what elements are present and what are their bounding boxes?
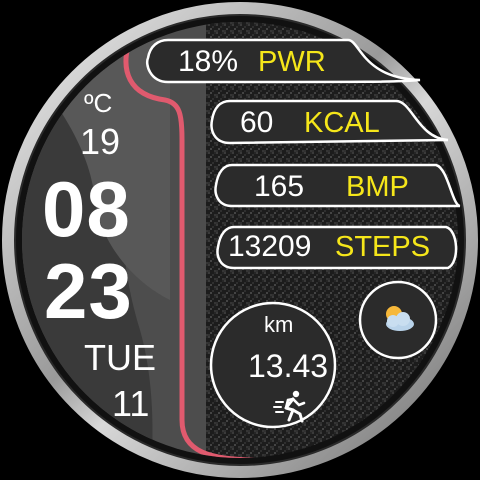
bmp-pill [214,163,461,208]
calories-label: KCAL [304,107,380,139]
steps-label: STEPS [335,231,431,263]
steps-value[interactable]: 13209 [228,232,311,262]
date-weekday: TUE [84,337,156,378]
time-minute: 23 [44,247,133,335]
power-value[interactable]: 18% [178,47,238,77]
heart-rate-label: BMP [346,171,409,203]
calories-value[interactable]: 60 [240,108,273,138]
distance-value[interactable]: 13.43 [248,350,328,382]
time-hour: 08 [42,165,131,253]
power-label: PWR [258,46,326,78]
date-day: 11 [112,383,150,424]
distance-unit: km [264,312,294,337]
temperature-unit: ºC [84,88,113,118]
temperature-value: 19 [80,121,121,162]
heart-rate-value[interactable]: 165 [254,172,304,202]
